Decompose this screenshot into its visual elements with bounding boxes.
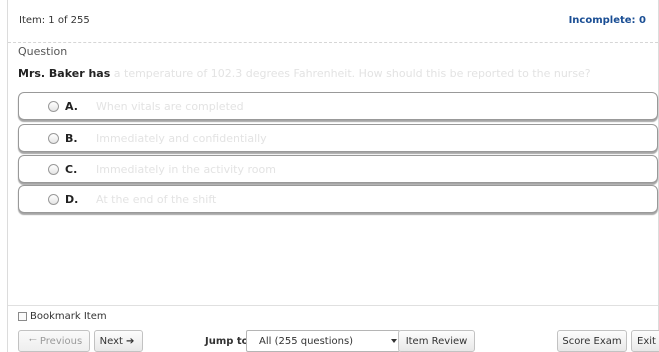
answer-option-d[interactable]: D. At the end of the shift — [18, 185, 658, 213]
option-text: Immediately in the activity room — [96, 163, 276, 176]
option-letter: B. — [65, 132, 78, 145]
question-stem-rest: a temperature of 102.3 degrees Fahrenhei… — [110, 67, 591, 80]
option-letter: A. — [65, 100, 78, 113]
bookmark-item-toggle[interactable]: Bookmark Item — [18, 311, 107, 322]
bookmark-label: Bookmark Item — [30, 311, 107, 322]
incomplete-count: Incomplete: 0 — [568, 15, 646, 26]
option-text: At the end of the shift — [96, 193, 217, 206]
bookmark-checkbox[interactable] — [18, 312, 27, 321]
item-review-label: Item Review — [405, 335, 468, 347]
answer-option-b[interactable]: B. Immediately and confidentially — [18, 124, 658, 152]
item-review-button[interactable]: Item Review — [398, 330, 475, 352]
option-text: Immediately and confidentially — [96, 132, 267, 145]
exam-window: Item: 1 of 255 Incomplete: 0 Question Mr… — [7, 0, 659, 352]
option-letter: C. — [65, 163, 78, 176]
exam-header: Item: 1 of 255 Incomplete: 0 — [8, 0, 658, 43]
score-exam-label: Score Exam — [562, 335, 622, 347]
question-stem: Mrs. Baker has a temperature of 102.3 de… — [18, 67, 591, 80]
previous-label: Previous — [39, 335, 83, 347]
question-stem-lead: Mrs. Baker has — [18, 67, 111, 80]
jump-to-selected-value: All (255 questions) — [259, 336, 354, 347]
next-label: Next — [99, 335, 123, 347]
arrow-right-icon: ➔ — [125, 335, 135, 347]
exit-label: Exit — [637, 335, 656, 347]
radio-button-c[interactable] — [48, 164, 59, 175]
next-button[interactable]: Next ➔ — [94, 330, 143, 352]
option-letter: D. — [65, 193, 79, 206]
exit-button[interactable]: Exit — [631, 330, 659, 352]
footer-divider — [8, 305, 658, 306]
radio-button-d[interactable] — [48, 194, 59, 205]
arrow-left-icon: 🠀 — [28, 334, 37, 346]
item-counter: Item: 1 of 255 — [19, 15, 90, 26]
answer-option-c[interactable]: C. Immediately in the activity room — [18, 155, 658, 183]
previous-button[interactable]: 🠀 Previous — [18, 330, 90, 352]
option-text: When vitals are completed — [96, 100, 244, 113]
question-heading: Question — [18, 45, 68, 58]
radio-button-a[interactable] — [48, 101, 59, 112]
radio-button-b[interactable] — [48, 133, 59, 144]
jump-to-select[interactable]: All (255 questions) — [246, 330, 400, 352]
score-exam-button[interactable]: Score Exam — [557, 330, 627, 352]
answer-option-a[interactable]: A. When vitals are completed — [18, 92, 658, 120]
